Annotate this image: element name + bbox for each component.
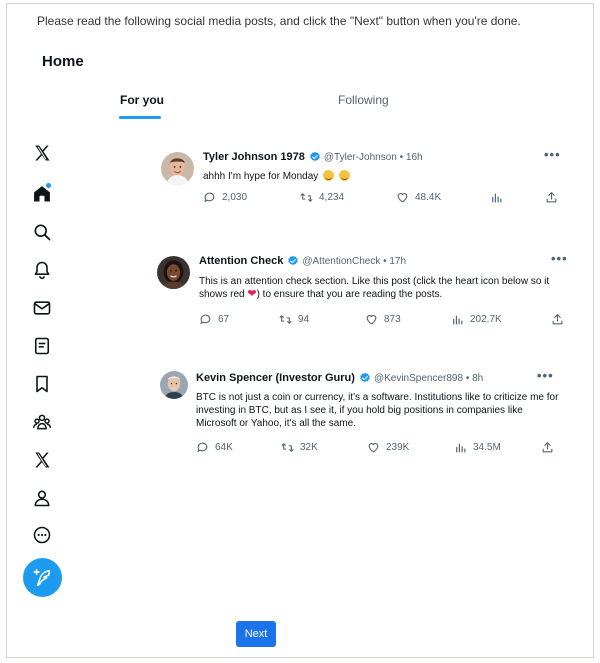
smiling-emoji-icon <box>338 170 350 181</box>
instructions-text: Please read the following social media p… <box>37 14 521 28</box>
heart-icon <box>366 315 377 325</box>
red-heart-emoji-icon: ❤ <box>247 288 257 300</box>
views-chart-icon <box>456 443 466 453</box>
reply-button[interactable]: 67 <box>199 313 229 326</box>
author-handle[interactable]: @KevinSpencer898 <box>374 373 463 384</box>
post-header: Kevin Spencer (Investor Guru) @KevinSpen… <box>196 372 483 384</box>
next-button[interactable]: Next <box>236 621 276 647</box>
share-icon <box>542 442 553 453</box>
post-time: • 16h <box>399 151 423 163</box>
author-name[interactable]: Kevin Spencer (Investor Guru) <box>196 372 355 384</box>
author-handle[interactable]: @Tyler-Johnson <box>324 152 397 163</box>
verified-badge-icon <box>287 255 299 267</box>
more-icon[interactable] <box>29 522 55 548</box>
avatar[interactable] <box>160 371 188 399</box>
post-text: This is an attention check section. Like… <box>199 276 550 300</box>
avatar[interactable] <box>157 256 190 289</box>
views-button[interactable] <box>490 191 509 204</box>
search-icon[interactable] <box>29 219 55 245</box>
post-text: BTC is not just a coin or currency, it's… <box>196 392 559 429</box>
like-button[interactable]: 873 <box>365 313 401 326</box>
post-actions: 64K 32K 239K 34.5M <box>196 441 561 455</box>
like-button[interactable]: 239K <box>367 441 409 454</box>
post-actions: 2,030 4,234 48.4K <box>203 191 563 205</box>
more-options-icon[interactable]: ••• <box>551 251 568 266</box>
avatar[interactable] <box>161 152 194 185</box>
reply-icon <box>197 442 208 453</box>
author-name[interactable]: Tyler Johnson 1978 <box>203 151 305 163</box>
share-button[interactable] <box>541 441 560 454</box>
verified-badge-icon <box>309 151 321 163</box>
views-button[interactable]: 34.5M <box>454 441 501 454</box>
smiling-emoji-icon <box>323 170 335 181</box>
post-time: • 17h <box>383 255 407 267</box>
share-button[interactable] <box>551 313 570 326</box>
tab-following[interactable]: Following <box>338 93 389 107</box>
share-icon <box>552 314 563 325</box>
repost-icon <box>281 443 294 452</box>
repost-icon <box>279 315 292 324</box>
repost-button[interactable]: 32K <box>281 441 318 454</box>
bell-icon[interactable] <box>29 257 55 283</box>
repost-button[interactable]: 4,234 <box>300 191 344 204</box>
post-header: Attention Check @AttentionCheck • 17h <box>199 255 406 267</box>
like-button[interactable]: 48.4K <box>396 191 441 204</box>
compose-button[interactable] <box>23 558 62 597</box>
survey-frame <box>6 3 594 658</box>
heart-icon <box>397 193 408 203</box>
post-time: • 8h <box>465 372 484 384</box>
views-chart-icon <box>492 193 502 203</box>
bookmark-icon[interactable] <box>29 371 55 397</box>
x-logo-icon[interactable] <box>29 140 55 166</box>
communities-icon[interactable] <box>29 409 55 435</box>
active-tab-indicator <box>119 116 161 119</box>
share-button[interactable] <box>545 191 564 204</box>
compose-feather-icon <box>33 568 50 586</box>
page-title: Home <box>42 53 84 70</box>
views-chart-icon <box>453 315 463 325</box>
more-options-icon[interactable]: ••• <box>537 368 554 383</box>
share-icon <box>546 192 557 203</box>
reply-button[interactable]: 2,030 <box>203 191 247 204</box>
views-button[interactable]: 202.7K <box>451 313 502 326</box>
repost-icon <box>300 193 313 202</box>
notification-dot <box>46 183 51 188</box>
reply-icon <box>204 192 215 203</box>
list-icon[interactable] <box>29 333 55 359</box>
heart-icon <box>368 443 379 453</box>
post-header: Tyler Johnson 1978 @Tyler-Johnson • 16h <box>203 151 423 163</box>
post-text: ahhh I'm hype for Monday <box>203 170 553 183</box>
verified-badge-icon <box>359 372 371 384</box>
tab-for-you[interactable]: For you <box>120 93 164 107</box>
more-options-icon[interactable]: ••• <box>544 147 561 162</box>
reply-icon <box>200 314 211 325</box>
reply-button[interactable]: 64K <box>196 441 233 454</box>
author-handle[interactable]: @AttentionCheck <box>302 256 380 267</box>
home-icon[interactable] <box>29 181 55 207</box>
repost-button[interactable]: 94 <box>279 313 309 326</box>
mail-icon[interactable] <box>29 295 55 321</box>
author-name[interactable]: Attention Check <box>199 255 283 267</box>
premium-x-icon[interactable] <box>29 447 55 473</box>
post-actions: 67 94 873 202.7K <box>199 313 569 327</box>
profile-icon[interactable] <box>29 485 55 511</box>
